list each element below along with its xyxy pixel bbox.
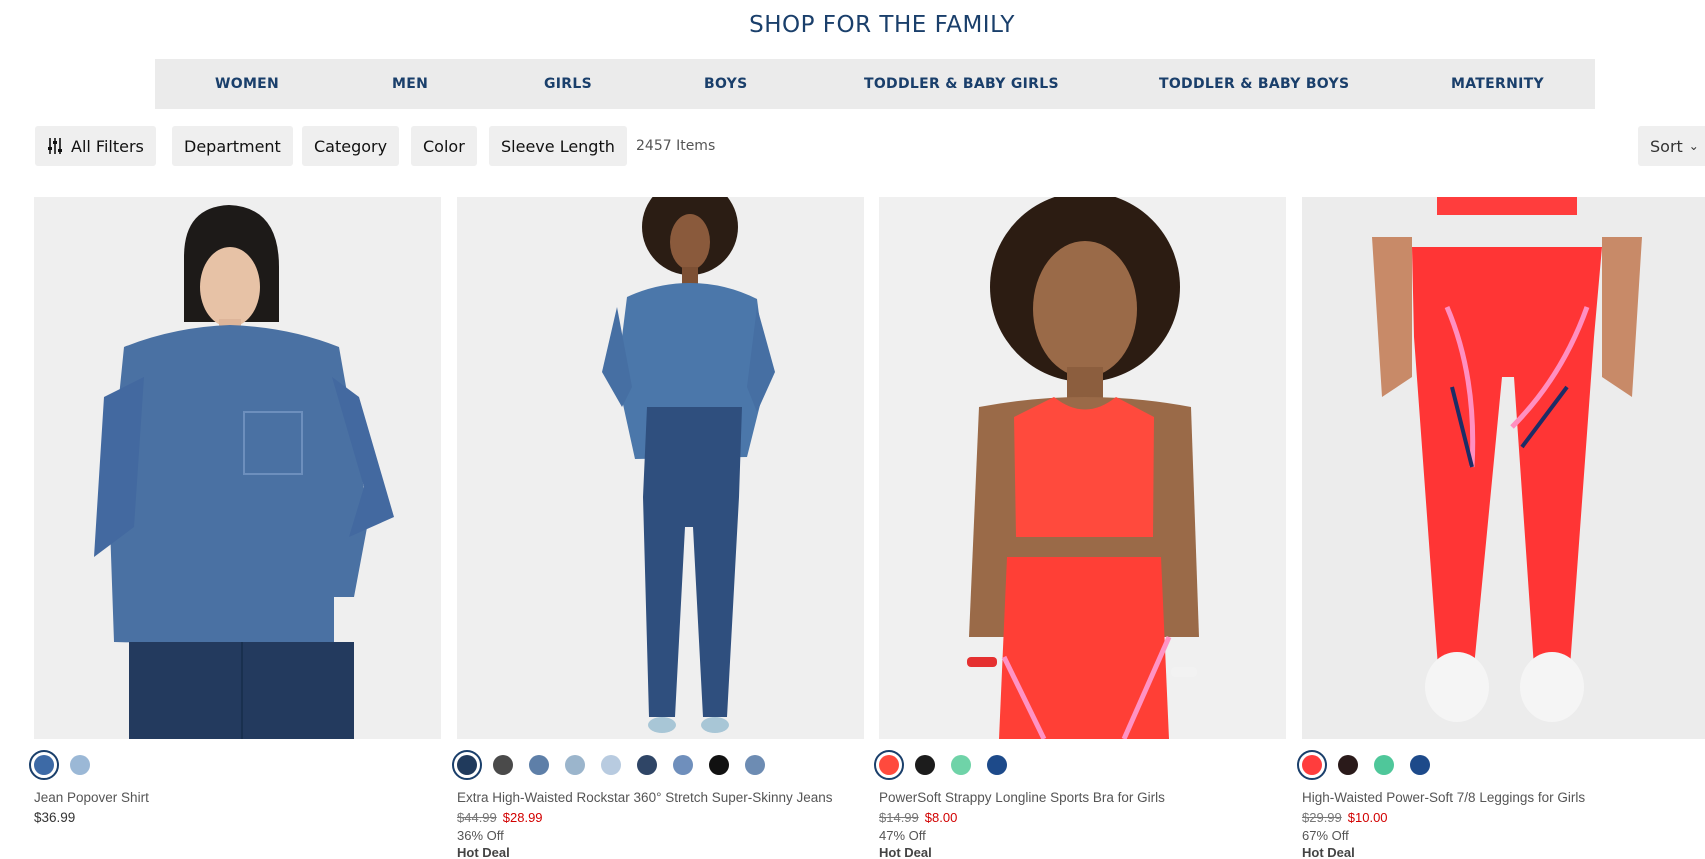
category-toddler-baby-boys[interactable]: TODDLER & BABY BOYS	[1159, 59, 1349, 109]
color-swatch[interactable]	[874, 750, 904, 780]
color-swatch[interactable]	[745, 755, 765, 775]
original-price: $14.99	[879, 810, 919, 825]
product-card[interactable]: Extra High-Waisted Rockstar 360° Stretch…	[452, 197, 864, 859]
hot-deal-badge: Hot Deal	[879, 845, 932, 859]
color-swatch[interactable]	[452, 750, 482, 780]
color-swatches	[1297, 750, 1446, 780]
color-swatch[interactable]	[1410, 755, 1430, 775]
sale-price: $28.99	[502, 810, 543, 825]
color-swatch[interactable]	[987, 755, 1007, 775]
product-price: $14.99 $8.00	[879, 810, 957, 825]
product-image[interactable]	[879, 197, 1286, 739]
color-swatch[interactable]	[709, 755, 729, 775]
color-swatches	[874, 750, 1023, 780]
all-filters-button[interactable]: All Filters	[35, 126, 156, 166]
filter-sliders-icon	[47, 137, 63, 155]
product-price: $29.99 $10.00	[1302, 810, 1388, 825]
color-swatch[interactable]	[565, 755, 585, 775]
color-swatch[interactable]	[1374, 755, 1394, 775]
original-price: $44.99	[457, 810, 497, 825]
hot-deal-badge: Hot Deal	[1302, 845, 1355, 859]
hot-deal-badge: Hot Deal	[457, 845, 510, 859]
product-price: $36.99	[34, 810, 75, 825]
filter-bar: All Filters Department Category Color Sl…	[0, 126, 1705, 166]
color-swatch[interactable]	[601, 755, 621, 775]
category-women[interactable]: WOMEN	[215, 59, 279, 109]
category-toddler-baby-girls[interactable]: TODDLER & BABY GIRLS	[864, 59, 1059, 109]
sort-label: Sort	[1650, 136, 1683, 156]
product-name[interactable]: PowerSoft Strappy Longline Sports Bra fo…	[879, 790, 1165, 805]
color-swatch[interactable]	[29, 750, 59, 780]
chevron-down-icon: ⌄	[1688, 139, 1699, 153]
product-card[interactable]: High-Waisted Power-Soft 7/8 Leggings for…	[1297, 197, 1705, 859]
color-swatch[interactable]	[1297, 750, 1327, 780]
sort-dropdown[interactable]: Sort ⌄	[1638, 126, 1705, 166]
color-swatch[interactable]	[915, 755, 935, 775]
product-image[interactable]	[1302, 197, 1705, 739]
color-swatch[interactable]	[493, 755, 513, 775]
all-filters-label: All Filters	[71, 136, 144, 156]
product-card[interactable]: PowerSoft Strappy Longline Sports Bra fo…	[874, 197, 1286, 859]
color-filter[interactable]: Color	[411, 126, 477, 166]
color-swatch[interactable]	[1338, 755, 1358, 775]
sale-price: $8.00	[924, 810, 958, 825]
department-filter[interactable]: Department	[172, 126, 293, 166]
price: $36.99	[34, 810, 76, 825]
product-card[interactable]: Jean Popover Shirt $36.99	[29, 197, 441, 825]
product-name[interactable]: Jean Popover Shirt	[34, 790, 149, 805]
discount-label: 36% Off	[457, 828, 504, 843]
category-maternity[interactable]: MATERNITY	[1451, 59, 1544, 109]
page-title: SHOP FOR THE FAMILY	[749, 12, 1015, 38]
color-swatch[interactable]	[70, 755, 90, 775]
category-nav: WOMEN MEN GIRLS BOYS TODDLER & BABY GIRL…	[155, 59, 1595, 109]
sale-price: $10.00	[1347, 810, 1388, 825]
category-boys[interactable]: BOYS	[704, 59, 748, 109]
category-girls[interactable]: GIRLS	[544, 59, 592, 109]
category-filter[interactable]: Category	[302, 126, 400, 166]
product-name[interactable]: High-Waisted Power-Soft 7/8 Leggings for…	[1302, 790, 1585, 805]
discount-label: 47% Off	[879, 828, 926, 843]
color-swatch[interactable]	[637, 755, 657, 775]
color-swatches	[452, 750, 781, 780]
product-image[interactable]	[457, 197, 864, 739]
product-image[interactable]	[34, 197, 441, 739]
color-swatches	[29, 750, 106, 780]
sleeve-length-filter[interactable]: Sleeve Length	[489, 126, 627, 166]
original-price: $29.99	[1302, 810, 1342, 825]
color-swatch[interactable]	[951, 755, 971, 775]
color-swatch[interactable]	[529, 755, 549, 775]
category-men[interactable]: MEN	[392, 59, 428, 109]
color-swatch[interactable]	[673, 755, 693, 775]
item-count: 2457 Items	[636, 138, 716, 154]
discount-label: 67% Off	[1302, 828, 1349, 843]
product-price: $44.99 $28.99	[457, 810, 543, 825]
product-name[interactable]: Extra High-Waisted Rockstar 360° Stretch…	[457, 790, 833, 805]
